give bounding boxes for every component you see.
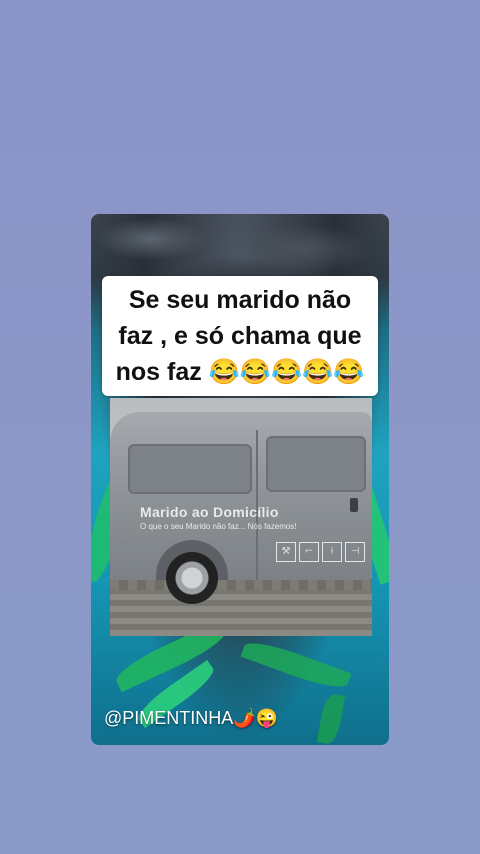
leaf-decoration: [316, 692, 346, 745]
van-wheel: [166, 552, 218, 604]
van-window: [266, 436, 366, 492]
hammer-icon: ⚒: [276, 542, 296, 562]
brush-icon: ⍿: [322, 542, 342, 562]
sidewalk: [110, 590, 372, 636]
caption-box: Se seu marido não faz , e só chama que n…: [102, 276, 378, 396]
door-handle: [350, 498, 358, 512]
van-tool-icons: ⚒ ⌐ ⍿ ⊣: [276, 542, 365, 562]
watermark-username: @PIMENTINHA🌶️😜: [104, 708, 279, 728]
van-body: Marido ao Domicílio O que o seu Marido n…: [110, 412, 372, 604]
van-title: Marido ao Domicílio: [140, 504, 279, 520]
caption-text: Se seu marido não faz , e só chama que n…: [109, 282, 371, 390]
van-photo: Marido ao Domicílio O que o seu Marido n…: [110, 398, 372, 636]
plug-icon: ⊣: [345, 542, 365, 562]
van-subtitle: O que o seu Marido não faz... Nós fazemo…: [140, 522, 297, 531]
drill-icon: ⌐: [299, 542, 319, 562]
caption-line-2: faz , e só chama que: [118, 322, 362, 350]
caption-line-3: nos faz 😂😂😂😂😂: [115, 358, 365, 386]
leaf-decoration: [240, 635, 352, 695]
caption-line-1: Se seu marido não: [128, 286, 352, 314]
van-side-panel: [128, 444, 252, 494]
